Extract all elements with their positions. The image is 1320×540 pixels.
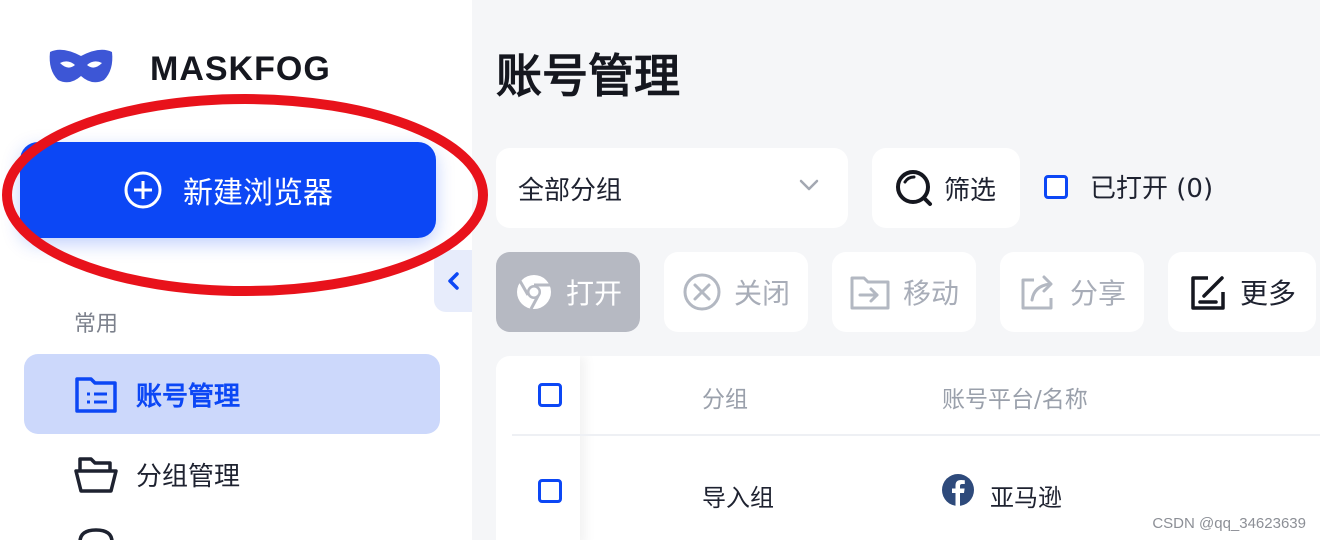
chrome-icon xyxy=(516,275,551,310)
partial-nav-icon xyxy=(78,528,114,540)
row-platform-name-cell: 亚马逊 xyxy=(990,484,1062,512)
chevron-left-icon xyxy=(448,272,459,290)
share-button[interactable]: 分享 xyxy=(1000,252,1144,332)
row-group-cell: 导入组 xyxy=(702,484,774,512)
close-label: 关闭 xyxy=(733,277,790,310)
page-title: 账号管理 xyxy=(496,49,680,103)
open-button[interactable]: 打开 xyxy=(496,252,640,332)
plus-circle-icon xyxy=(124,171,162,209)
sidebar-item-group-management[interactable]: 分组管理 xyxy=(24,434,440,514)
group-select-value: 全部分组 xyxy=(518,175,623,206)
section-label-common: 常用 xyxy=(74,312,119,337)
facebook-icon xyxy=(942,474,974,506)
table-header-divider xyxy=(512,434,1320,436)
sidebar-item-label: 账号管理 xyxy=(136,381,241,412)
more-label: 更多 xyxy=(1239,277,1296,310)
filter-label: 筛选 xyxy=(944,175,997,206)
chevron-down-icon xyxy=(799,179,819,191)
open-label: 打开 xyxy=(565,277,622,310)
new-browser-label: 新建浏览器 xyxy=(183,176,333,211)
collapse-sidebar-button[interactable] xyxy=(434,250,472,312)
group-select[interactable]: 全部分组 xyxy=(496,148,848,228)
sidebar-item-account-management[interactable]: 账号管理 xyxy=(24,354,440,434)
open-folder-icon xyxy=(74,457,118,493)
more-button[interactable]: 更多 xyxy=(1168,252,1316,332)
close-circle-icon xyxy=(683,273,721,311)
opened-only-label: 已打开 (0) xyxy=(1090,174,1214,204)
sidebar: MASKFOG 新建浏览器 常用 账号管理 分组管理 xyxy=(0,0,488,540)
move-folder-icon xyxy=(850,276,890,310)
brand: MASKFOG xyxy=(48,46,330,88)
watermark: CSDN @qq_34623639 xyxy=(1152,515,1306,532)
sidebar-item-label: 分组管理 xyxy=(136,461,241,492)
column-header-group: 分组 xyxy=(702,387,748,413)
share-icon xyxy=(1021,275,1053,310)
row-checkbox[interactable] xyxy=(538,479,562,503)
search-icon xyxy=(896,170,932,206)
select-all-checkbox[interactable] xyxy=(538,383,562,407)
checkbox[interactable] xyxy=(1044,174,1068,199)
edit-icon xyxy=(1191,276,1225,310)
move-button[interactable]: 移动 xyxy=(832,252,976,332)
account-table: 分组 账号平台/名称 导入组 亚马逊 xyxy=(496,356,1320,540)
column-header-platform-name: 账号平台/名称 xyxy=(942,387,1088,413)
brand-name: MASKFOG xyxy=(150,50,331,88)
opened-only-checkbox[interactable]: 已打开 (0) xyxy=(1044,168,1213,205)
filter-button[interactable]: 筛选 xyxy=(872,148,1020,228)
share-label: 分享 xyxy=(1069,277,1126,310)
close-button[interactable]: 关闭 xyxy=(664,252,808,332)
mask-logo-icon xyxy=(49,49,113,83)
move-label: 移动 xyxy=(902,277,959,310)
account-folder-icon xyxy=(75,377,117,413)
new-browser-button[interactable]: 新建浏览器 xyxy=(20,142,436,238)
